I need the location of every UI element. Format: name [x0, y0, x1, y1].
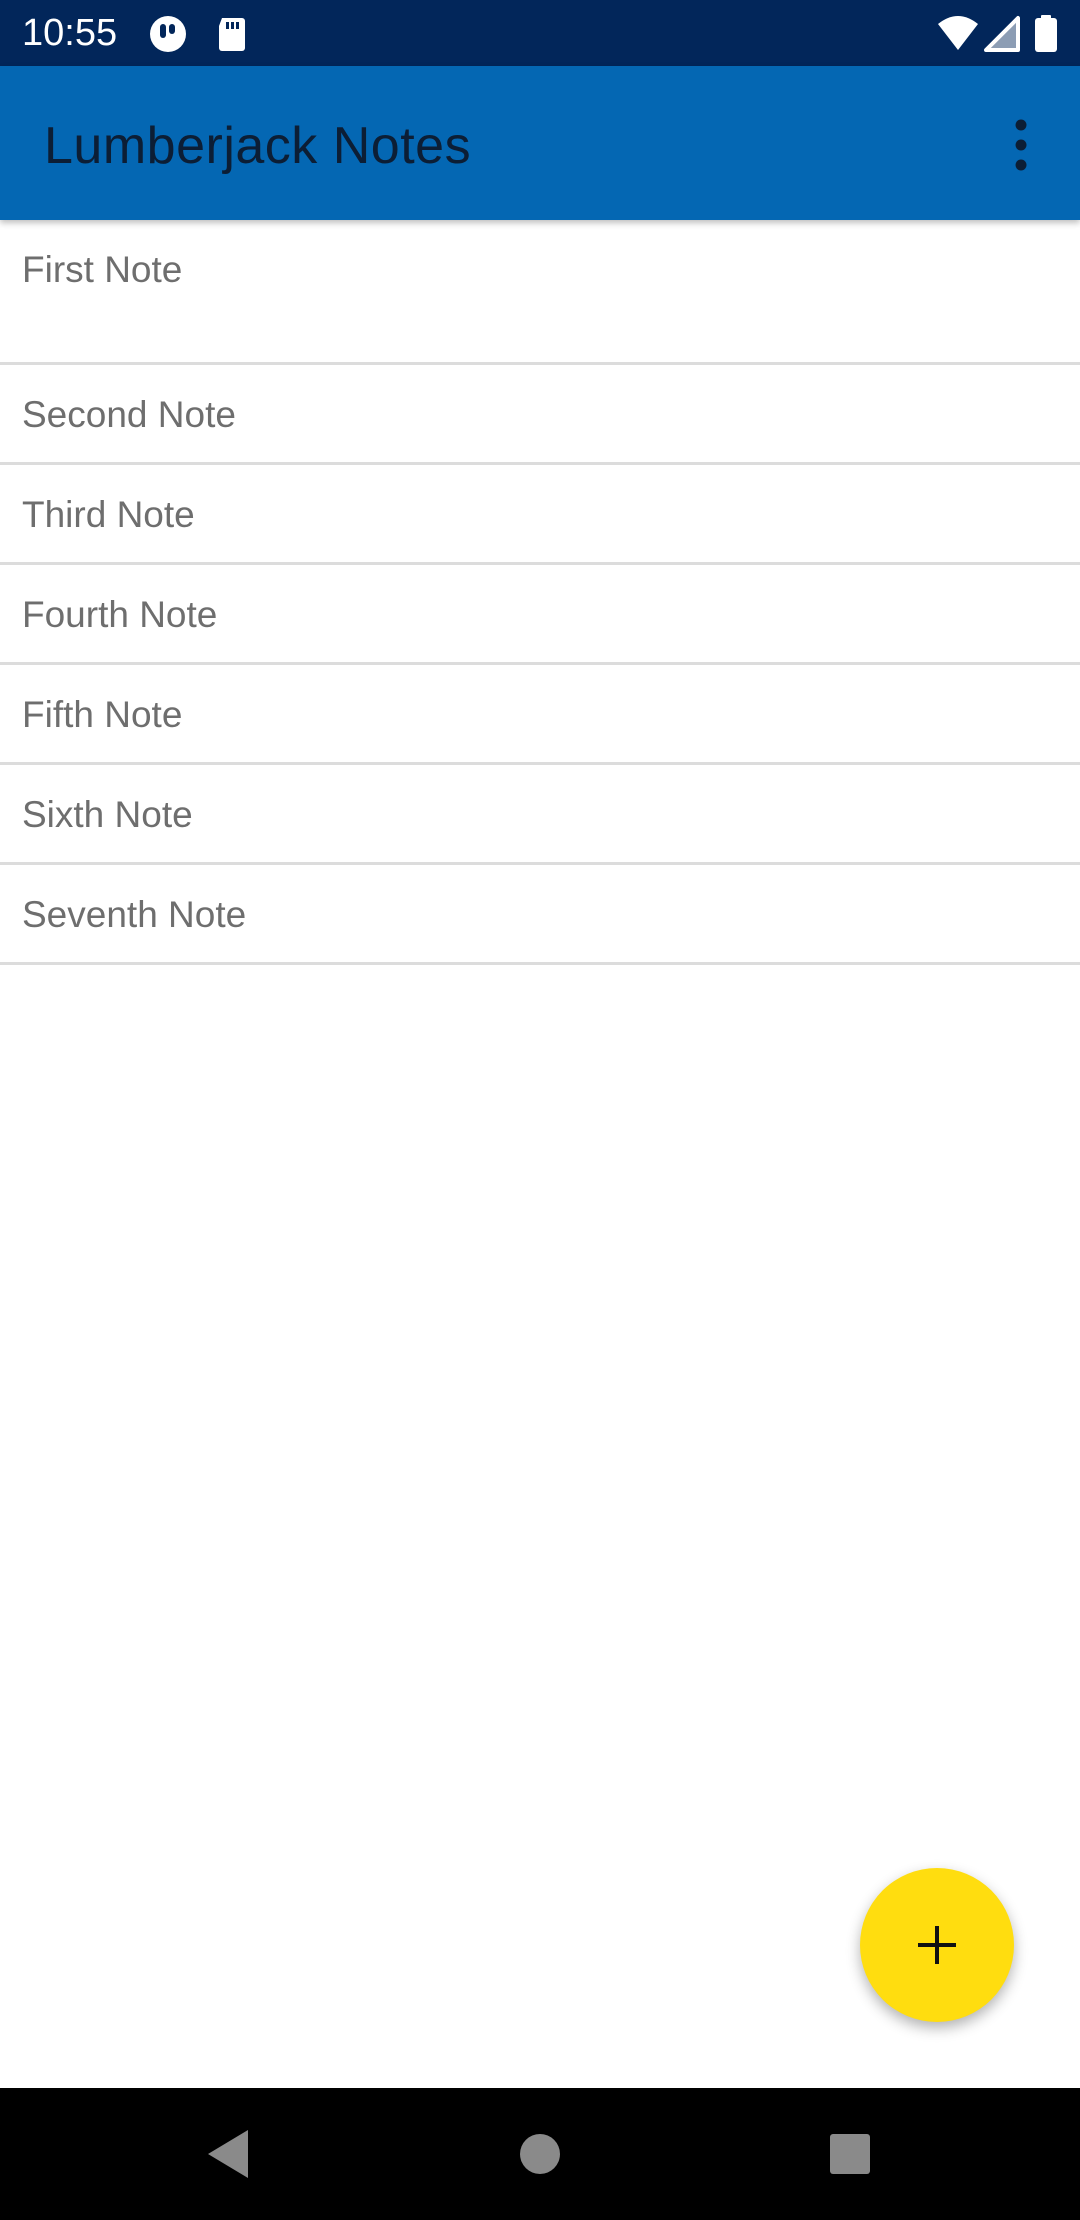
- notes-list: First Note Second Note Third Note Fourth…: [0, 220, 1080, 965]
- note-list-item[interactable]: Sixth Note: [0, 765, 1080, 865]
- note-title: Seventh Note: [22, 894, 247, 935]
- battery-icon: [1032, 14, 1060, 54]
- note-list-item[interactable]: Fourth Note: [0, 565, 1080, 665]
- plus-icon: [918, 1926, 956, 1964]
- status-bar: 10:55: [0, 0, 1080, 66]
- signal-icon: [982, 14, 1022, 54]
- navigation-bar: [0, 2088, 1080, 2220]
- note-title: First Note: [22, 249, 183, 290]
- note-list-item[interactable]: Seventh Note: [0, 865, 1080, 965]
- home-button[interactable]: [500, 2114, 580, 2194]
- back-icon: [208, 2130, 248, 2178]
- app-title: Lumberjack Notes: [44, 117, 472, 175]
- note-list-item[interactable]: Third Note: [0, 465, 1080, 565]
- wifi-icon: [936, 14, 980, 54]
- note-list-item[interactable]: First Note: [0, 220, 1080, 365]
- recents-icon: [830, 2134, 870, 2174]
- note-list-item[interactable]: Fifth Note: [0, 665, 1080, 765]
- note-title: Third Note: [22, 494, 195, 535]
- note-title: Sixth Note: [22, 794, 193, 835]
- back-button[interactable]: [186, 2114, 266, 2194]
- sd-card-icon: [212, 14, 252, 54]
- recents-button[interactable]: [810, 2114, 890, 2194]
- screen: 10:55 Lumberjack Notes First Note Second…: [0, 0, 1080, 2220]
- note-title: Fifth Note: [22, 694, 183, 735]
- more-vert-icon: [1015, 119, 1027, 171]
- note-title: Second Note: [22, 394, 236, 435]
- note-title: Fourth Note: [22, 594, 218, 635]
- more-options-button[interactable]: [984, 108, 1058, 182]
- home-icon: [520, 2134, 560, 2174]
- status-time: 10:55: [22, 12, 118, 54]
- add-note-button[interactable]: [860, 1868, 1014, 2022]
- notification-app-icon: [148, 14, 188, 54]
- app-bar: Lumberjack Notes: [0, 66, 1080, 220]
- note-list-item[interactable]: Second Note: [0, 365, 1080, 465]
